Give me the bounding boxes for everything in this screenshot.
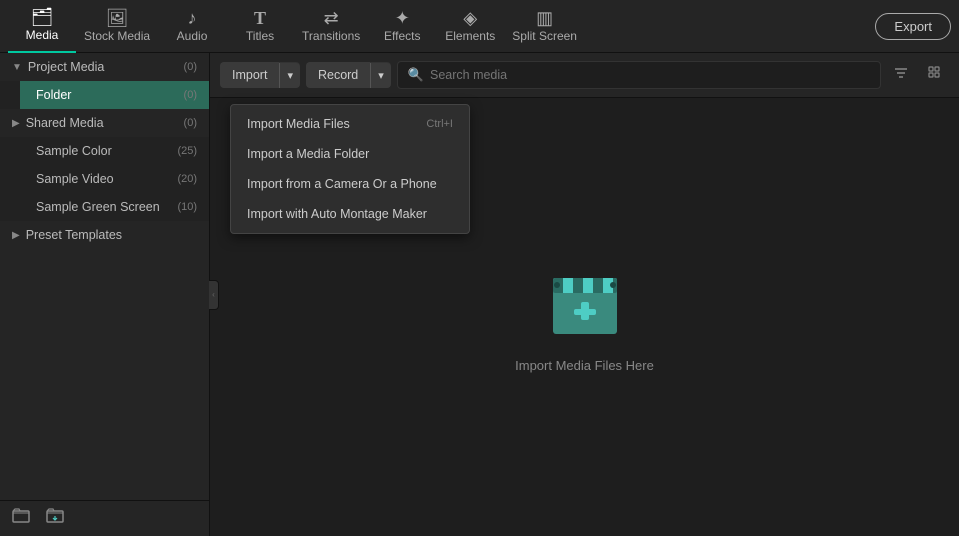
new-folder-button[interactable]	[8, 504, 34, 533]
nav-item-stock-media[interactable]: 🖼 Stock Media	[76, 0, 158, 53]
split-screen-icon: ▥	[536, 9, 553, 27]
search-box: 🔍	[397, 61, 881, 89]
media-icon: 🗂	[31, 8, 54, 26]
arrow-right-icon: ▶	[12, 118, 20, 129]
dropdown-item-import-montage[interactable]: Import with Auto Montage Maker	[231, 199, 469, 229]
toolbar: Import ▾ Import Media Files Ctrl+I Impor…	[210, 53, 959, 98]
audio-icon: ♪	[188, 9, 197, 27]
nav-item-elements[interactable]: ◈ Elements	[436, 0, 504, 53]
arrow-down-icon: ▼	[12, 62, 22, 73]
import-montage-label: Import with Auto Montage Maker	[247, 207, 427, 221]
preset-templates-label: Preset Templates	[26, 228, 197, 242]
import-camera-label: Import from a Camera Or a Phone	[247, 177, 437, 191]
record-dropdown-arrow[interactable]: ▾	[370, 63, 391, 88]
nav-item-media[interactable]: 🗂 Media	[8, 0, 76, 53]
nav-label-elements: Elements	[445, 29, 495, 43]
dropdown-item-import-folder[interactable]: Import a Media Folder	[231, 139, 469, 169]
sidebar-footer	[0, 500, 209, 536]
sidebar-sub-project-media: Folder (0)	[0, 81, 209, 109]
content-area: Import ▾ Import Media Files Ctrl+I Impor…	[210, 53, 959, 536]
transitions-icon: ⇄	[324, 9, 339, 27]
import-button[interactable]: Import	[220, 62, 279, 88]
search-icon: 🔍	[408, 67, 424, 83]
import-dropdown-arrow[interactable]: ▾	[279, 63, 300, 88]
search-input[interactable]	[430, 68, 870, 82]
import-dropdown-menu: Import Media Files Ctrl+I Import a Media…	[230, 104, 470, 234]
nav-label-titles: Titles	[246, 29, 274, 43]
sample-video-count: (20)	[177, 173, 197, 185]
import-files-label: Import Media Files	[247, 117, 350, 131]
import-btn-group: Import ▾ Import Media Files Ctrl+I Impor…	[220, 62, 300, 88]
sample-color-count: (25)	[177, 145, 197, 157]
sidebar: ▼ Project Media (0) Folder (0) ▶ Shared …	[0, 53, 210, 536]
sample-green-screen-label: Sample Green Screen	[36, 200, 177, 214]
nav-item-titles[interactable]: T Titles	[226, 0, 294, 53]
folder-label: Folder	[36, 88, 184, 102]
sidebar-item-sample-color[interactable]: Sample Color (25)	[20, 137, 209, 165]
project-media-count: (0)	[184, 61, 197, 73]
sidebar-sub-shared-media: Sample Color (25) Sample Video (20) Samp…	[0, 137, 209, 221]
sample-video-label: Sample Video	[36, 172, 177, 186]
sidebar-item-shared-media[interactable]: ▶ Shared Media (0)	[0, 109, 209, 137]
sample-green-screen-count: (10)	[177, 201, 197, 213]
sidebar-item-sample-video[interactable]: Sample Video (20)	[20, 165, 209, 193]
nav-item-split-screen[interactable]: ▥ Split Screen	[504, 0, 585, 53]
sidebar-item-project-media[interactable]: ▼ Project Media (0)	[0, 53, 209, 81]
dropdown-item-import-files[interactable]: Import Media Files Ctrl+I	[231, 109, 469, 139]
folder-count: (0)	[184, 89, 197, 101]
import-folder-button[interactable]	[42, 504, 68, 533]
nav-item-effects[interactable]: ✦ Effects	[368, 0, 436, 53]
nav-label-stock-media: Stock Media	[84, 29, 150, 43]
import-folder-label: Import a Media Folder	[247, 147, 369, 161]
clapperboard-icon	[545, 262, 625, 342]
sidebar-item-folder[interactable]: Folder (0)	[20, 81, 209, 109]
elements-icon: ◈	[463, 9, 477, 27]
project-media-label: Project Media	[28, 60, 184, 74]
nav-label-transitions: Transitions	[302, 29, 360, 43]
main-layout: ▼ Project Media (0) Folder (0) ▶ Shared …	[0, 53, 959, 536]
sample-color-label: Sample Color	[36, 144, 177, 158]
shared-media-label: Shared Media	[26, 116, 184, 130]
sidebar-item-sample-green-screen[interactable]: Sample Green Screen (10)	[20, 193, 209, 221]
record-button[interactable]: Record	[306, 62, 370, 88]
import-files-shortcut: Ctrl+I	[426, 118, 453, 130]
import-hint-text: Import Media Files Here	[515, 358, 654, 373]
nav-label-audio: Audio	[177, 29, 208, 43]
filter-button[interactable]	[887, 61, 915, 90]
dropdown-item-import-camera[interactable]: Import from a Camera Or a Phone	[231, 169, 469, 199]
nav-label-split-screen: Split Screen	[512, 29, 577, 43]
sidebar-item-preset-templates[interactable]: ▶ Preset Templates	[0, 221, 209, 249]
titles-icon: T	[254, 9, 266, 27]
nav-label-effects: Effects	[384, 29, 420, 43]
effects-icon: ✦	[395, 9, 410, 27]
record-btn-group: Record ▾	[306, 62, 391, 88]
shared-media-count: (0)	[184, 117, 197, 129]
nav-item-audio[interactable]: ♪ Audio	[158, 0, 226, 53]
collapse-handle[interactable]: ‹	[209, 280, 219, 310]
grid-view-button[interactable]	[921, 61, 949, 90]
nav-item-transitions[interactable]: ⇄ Transitions	[294, 0, 368, 53]
top-nav: 🗂 Media 🖼 Stock Media ♪ Audio T Titles ⇄…	[0, 0, 959, 53]
nav-label-media: Media	[26, 28, 59, 42]
export-button[interactable]: Export	[875, 13, 951, 40]
stock-media-icon: 🖼	[106, 9, 129, 27]
preset-arrow-icon: ▶	[12, 230, 20, 241]
